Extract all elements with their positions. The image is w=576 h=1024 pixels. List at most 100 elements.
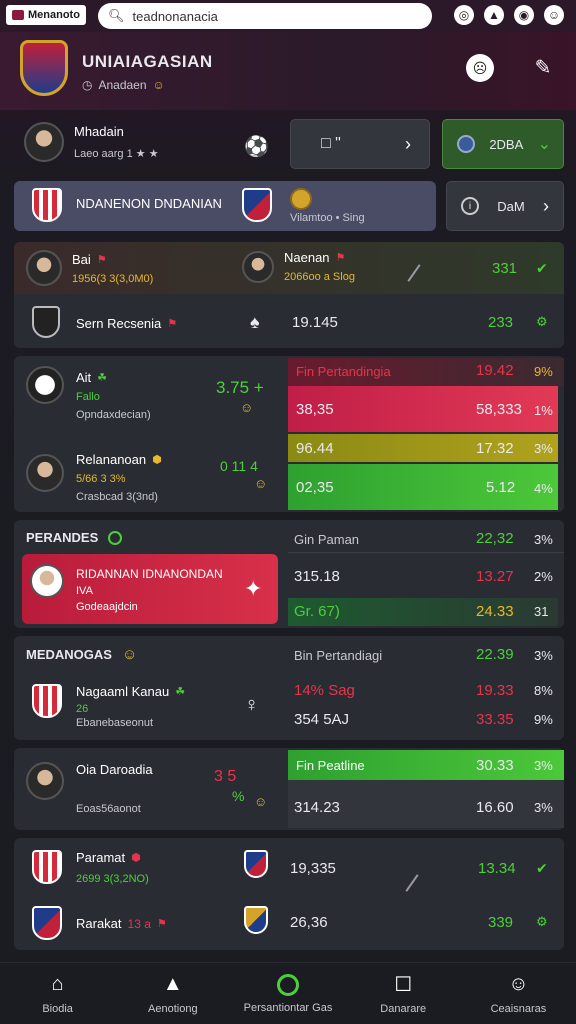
stat-left: 38,35 [296, 401, 334, 418]
team-name: Sern Recsenia [76, 316, 162, 331]
player-action-button[interactable]: □ " › [290, 119, 430, 169]
nav-item-stats[interactable]: ☐ Danarare [346, 963, 461, 1024]
stat-value: 19.33 [476, 682, 514, 699]
smiley-icon: ☺ [152, 78, 165, 92]
stats-dropdown-label: 2DBA [489, 136, 524, 152]
check-icon: ✔ [536, 260, 548, 276]
spade-icon: ♠ [250, 312, 260, 332]
team-crest [32, 306, 60, 338]
leaf-icon: ☘ [175, 686, 186, 698]
page-subtitle: Anadaen [98, 78, 147, 92]
team1-name: Ait [76, 370, 92, 385]
info-icon: i [461, 197, 479, 215]
section-title: MEDANOGAS [26, 647, 112, 662]
highlight-info: RIDANNAN IDNANONDAN IVA Godeaajdcin [76, 567, 223, 613]
stat-value: 30.33 [476, 757, 514, 774]
target-icon[interactable]: ◎ [454, 5, 474, 25]
sparkle-icon[interactable]: ✦ [244, 576, 262, 602]
face-icon[interactable]: ☹ [466, 54, 494, 82]
team-name: Nagaaml Kanau [76, 684, 170, 699]
house-icon: ▲ [162, 973, 183, 995]
match-detail-button[interactable]: i DaM › [446, 181, 564, 231]
team-sub: 26 [76, 703, 89, 715]
search-value: teadnonanacia [132, 8, 218, 24]
stat-left: 314.23 [294, 799, 340, 816]
team-sub: 2699 3(3,2NO) [76, 873, 149, 885]
match-row[interactable]: Bai ⚑ 1956(3 3(3,0M0) [26, 250, 153, 286]
stat-pct: 3% [534, 648, 553, 663]
status-dot-icon [108, 530, 123, 545]
stat-pct: 9% [534, 712, 553, 727]
profile-icon[interactable]: ☺ [544, 5, 564, 25]
nav-item-house[interactable]: ▲ Aenotiong [115, 963, 230, 1024]
stat-value: 19.42 [476, 362, 514, 379]
stat-value: 17.32 [476, 440, 514, 457]
chart-icon: ⚙ [536, 914, 548, 929]
stat-value: 13.27 [476, 568, 514, 585]
stat-header: Fin Pertandingia [296, 364, 391, 379]
match-value: 13.34 [478, 860, 516, 877]
soccer-ball-icon: ⚽ [244, 136, 269, 158]
soccer-shirt-icon[interactable]: ▲ [484, 5, 504, 25]
nav-item-home[interactable]: ⌂ Biodia [0, 963, 115, 1024]
match-row[interactable]: Paramat ⬢ 2699 3(3,2NO) [76, 850, 149, 885]
flag-icon: ⚑ [335, 252, 346, 264]
team1-sub2: Opndaxdecian) [76, 409, 151, 421]
nav-item-live[interactable]: Persantiontar Gas [230, 963, 345, 1024]
stat-value: 16.60 [476, 799, 514, 816]
stat-left: 02,35 [296, 479, 334, 496]
stat-pct: 3% [534, 532, 553, 547]
whistle-icon[interactable]: ✎ [530, 54, 556, 80]
section-header: MEDANOGAS ☺ [26, 646, 137, 663]
top-icons: ◎ ▲ ◉ ☺ [454, 5, 564, 25]
stats-dropdown[interactable]: 2DBA ⌄ [442, 119, 564, 169]
home-player-sub: 1956(3 3(3,0M0) [72, 272, 154, 285]
chart-icon: ⚙ [536, 314, 548, 329]
stat-header: Gin Paman [294, 532, 360, 547]
player-row[interactable]: Mhadain Laeo aarg 1 ★ ★ [24, 122, 159, 162]
clock-icon: ◷ [82, 78, 93, 92]
match-row[interactable]: Sern Recsenia ⚑ [76, 316, 177, 331]
stat-value: 5.12 [486, 479, 516, 496]
card-icon: ☺ [240, 400, 254, 415]
mail-icon [12, 10, 24, 20]
nav-item-profile[interactable]: ☺ Ceaisnaras [461, 963, 576, 1024]
match-banner-title: NDANENON DNDANIAN [76, 196, 222, 211]
app-badge[interactable]: Menanoto [6, 5, 86, 25]
away-team-crest [242, 188, 272, 222]
home-player-name: Bai [72, 251, 91, 267]
profile-icon: ☺ [508, 973, 529, 995]
avatar [26, 250, 62, 286]
club-logo [20, 40, 68, 96]
team-crest [32, 684, 62, 718]
search-input[interactable]: 🔍︎ teadnonanacia [98, 3, 432, 29]
match-value: 233 [488, 314, 514, 331]
away-player-name: Naenan [284, 250, 330, 265]
flag-icon: ⚑ [96, 253, 107, 266]
match-value: 331 [492, 260, 518, 277]
player-name: Mhadain [74, 124, 124, 139]
page-subtitle-row: ◷ Anadaen ☺ [82, 78, 165, 92]
home-team-crest [32, 188, 62, 222]
stat-pct: 31 [534, 604, 549, 619]
flag-icon: ⚑ [156, 918, 167, 930]
team-logo [26, 366, 64, 404]
stat-pct: 9% [534, 364, 553, 379]
highlight-sub: IVA [76, 585, 93, 597]
match-row[interactable]: Rarakat 13 a ⚑ [76, 916, 167, 931]
stat-pct: 1% [534, 403, 553, 418]
avatar [26, 762, 64, 800]
whistle-icon: ♀ [244, 694, 259, 716]
match-detail-label: DaM [497, 198, 525, 214]
team2-name: Relananoan [76, 452, 147, 467]
opponent-crest [244, 850, 268, 878]
chevron-down-icon: ⌄ [537, 136, 551, 153]
team1-info: Ait ☘ Fallo Opndaxdecian) [76, 370, 151, 421]
stat-pct: 4% [534, 481, 553, 496]
notification-icon[interactable]: ◉ [514, 5, 534, 25]
divider [288, 552, 564, 553]
match-value: 339 [488, 914, 514, 931]
search-icon: 🔍︎ [108, 8, 125, 23]
avatar [24, 122, 64, 162]
avatar [26, 454, 64, 492]
